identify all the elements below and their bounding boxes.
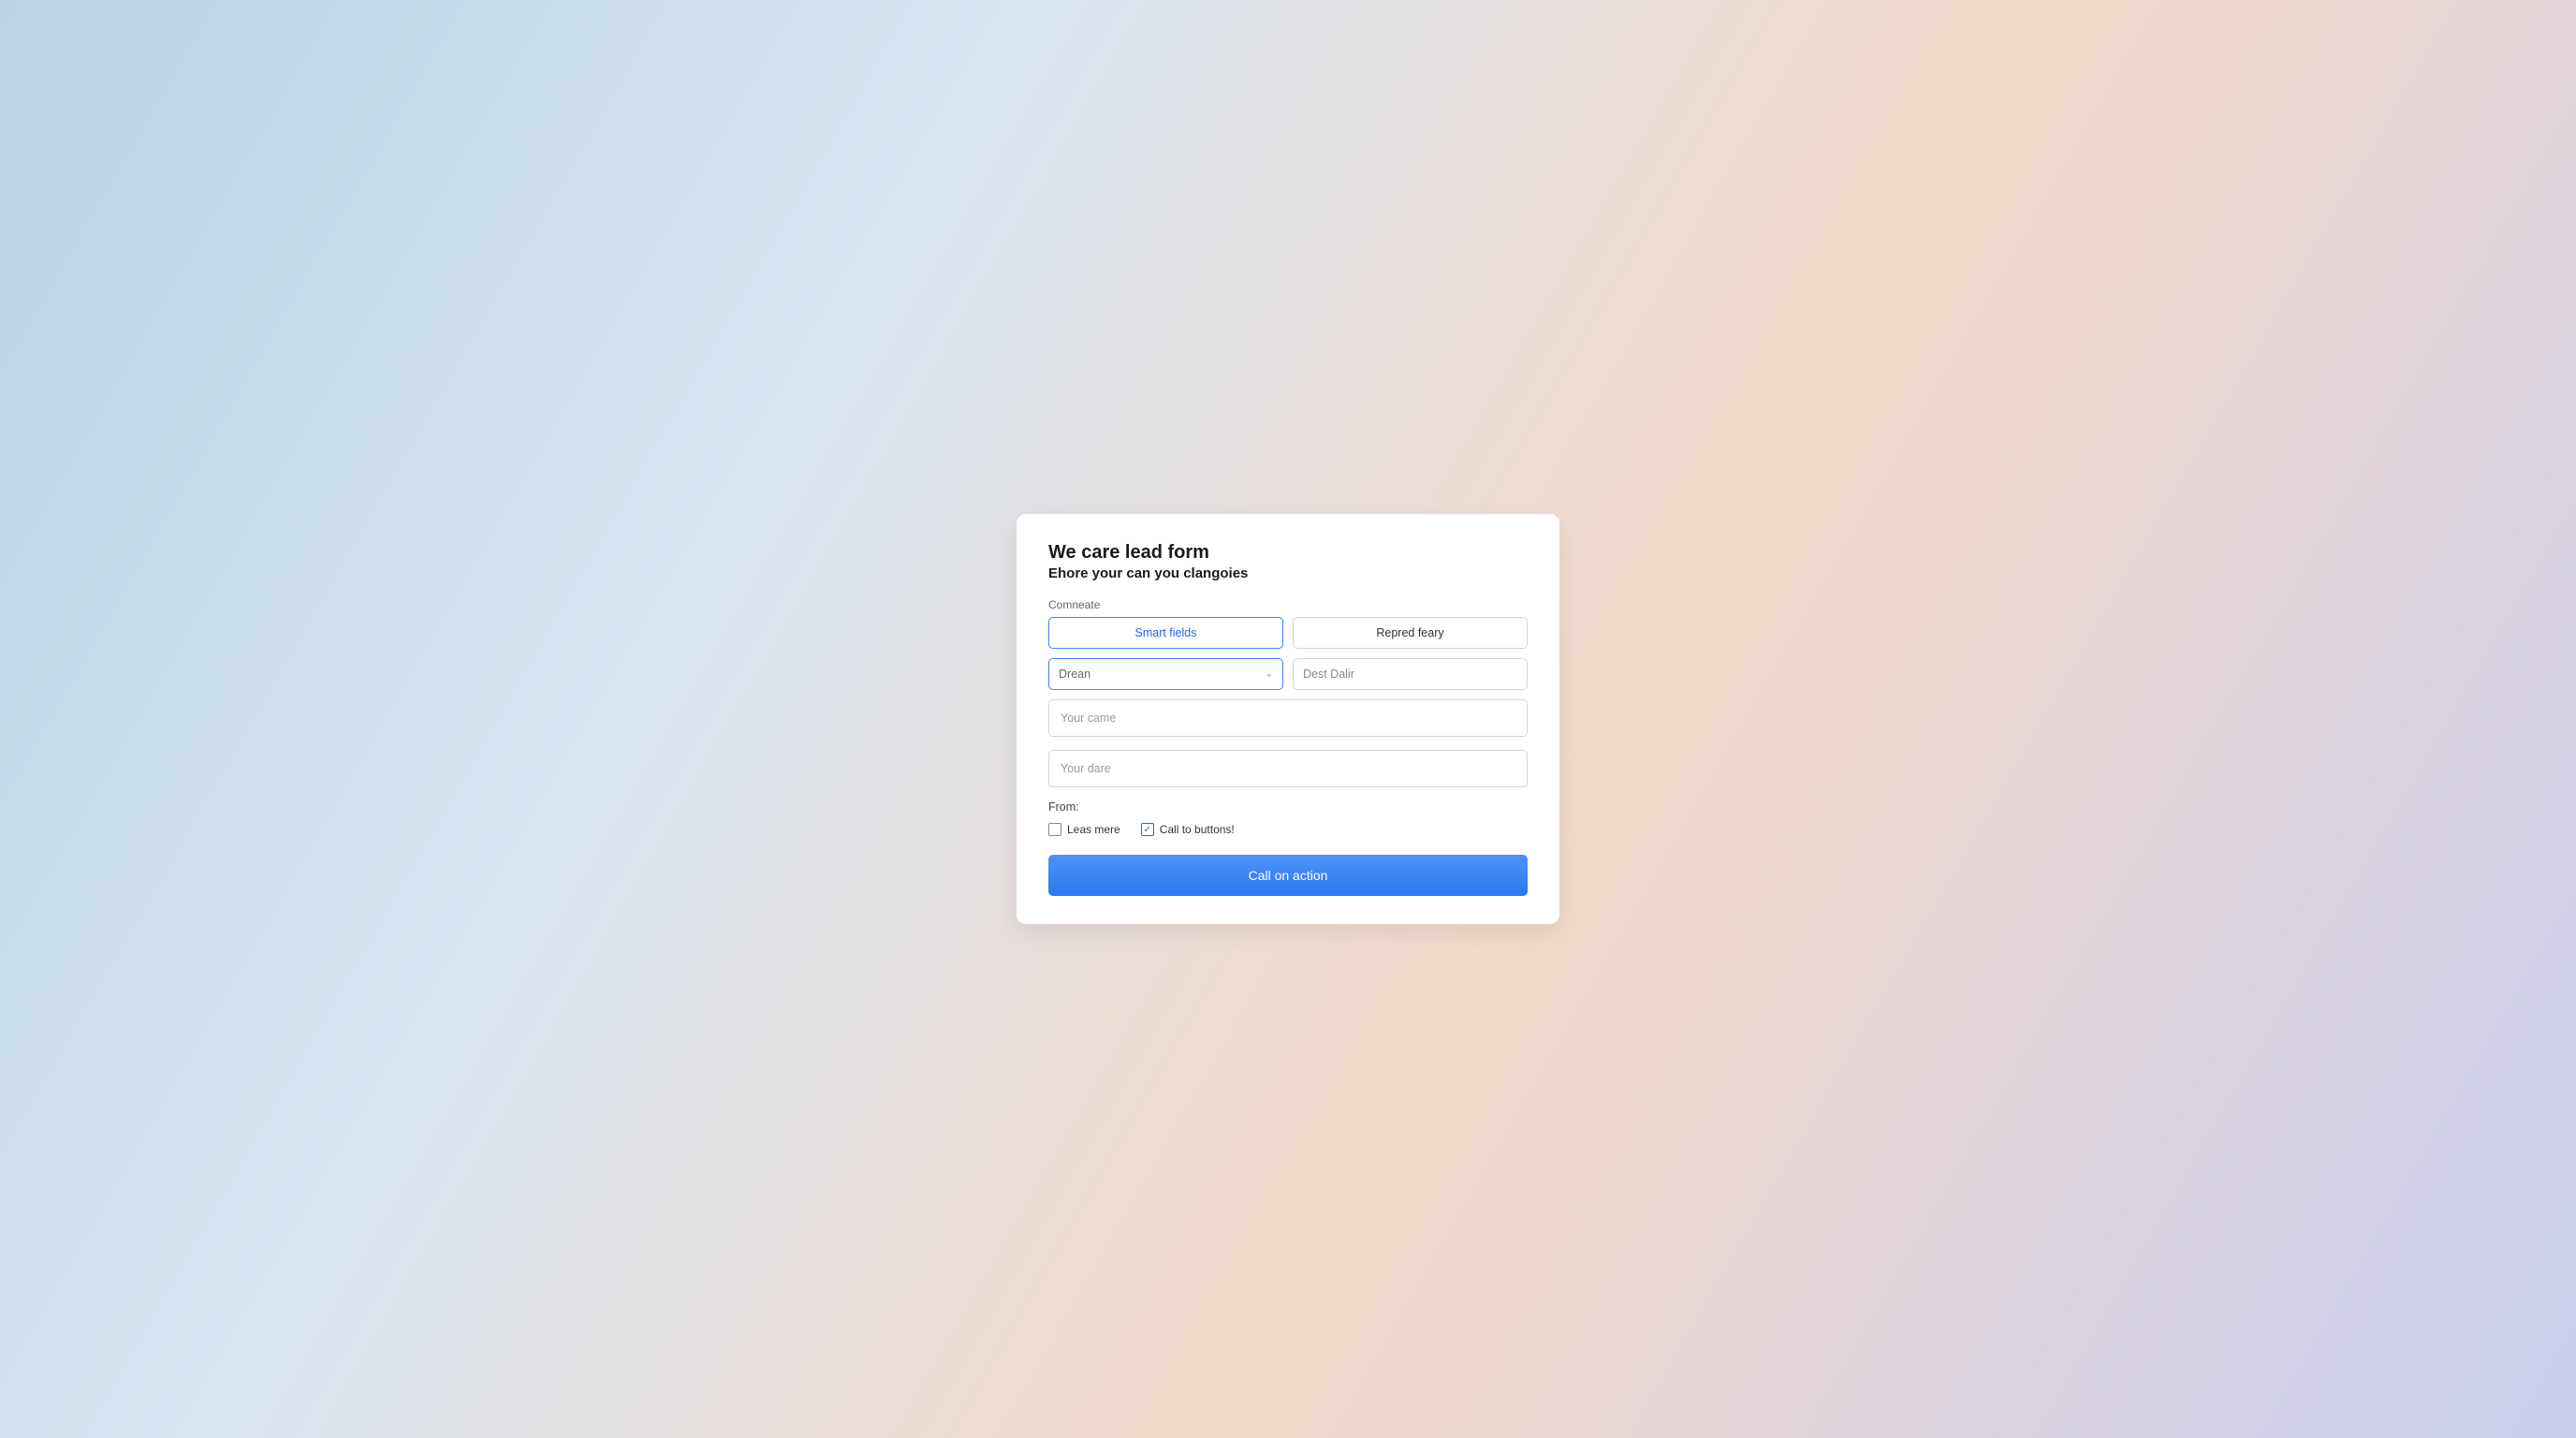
call-to-buttons-checkbox[interactable]: ✓ Call to buttons!	[1141, 823, 1235, 836]
your-dare-input[interactable]	[1048, 750, 1528, 787]
field-type-row: Smart fields Repred feary	[1048, 617, 1528, 649]
chevron-down-icon: ⌄	[1266, 669, 1273, 680]
drean-select-value: Drean	[1059, 668, 1090, 681]
call-to-buttons-label: Call to buttons!	[1160, 823, 1235, 836]
lead-form-card: We care lead form Ehore your can you cla…	[1017, 514, 1559, 924]
section-label: Comneate	[1048, 598, 1528, 611]
checkbox-checked-icon: ✓	[1141, 823, 1154, 836]
checkbox-box-icon	[1048, 823, 1061, 836]
repred-feary-button[interactable]: Repred feary	[1293, 617, 1528, 649]
your-came-input[interactable]	[1048, 699, 1528, 737]
call-on-action-button[interactable]: Call on action	[1048, 855, 1528, 896]
checkbox-row: Leas mere ✓ Call to buttons!	[1048, 823, 1528, 836]
less-mere-checkbox[interactable]: Leas mere	[1048, 823, 1120, 836]
smart-fields-button[interactable]: Smart fields	[1048, 617, 1283, 649]
select-row: Drean ⌄ Dest Dalir	[1048, 658, 1528, 690]
drean-select[interactable]: Drean ⌄	[1048, 658, 1283, 690]
dest-dalir-field[interactable]: Dest Dalir	[1293, 658, 1528, 690]
less-mere-label: Leas mere	[1067, 823, 1120, 836]
card-subtitle: Ehore your can you clangoies	[1048, 565, 1528, 581]
card-title: We care lead form	[1048, 542, 1528, 564]
from-label: From:	[1048, 800, 1528, 814]
